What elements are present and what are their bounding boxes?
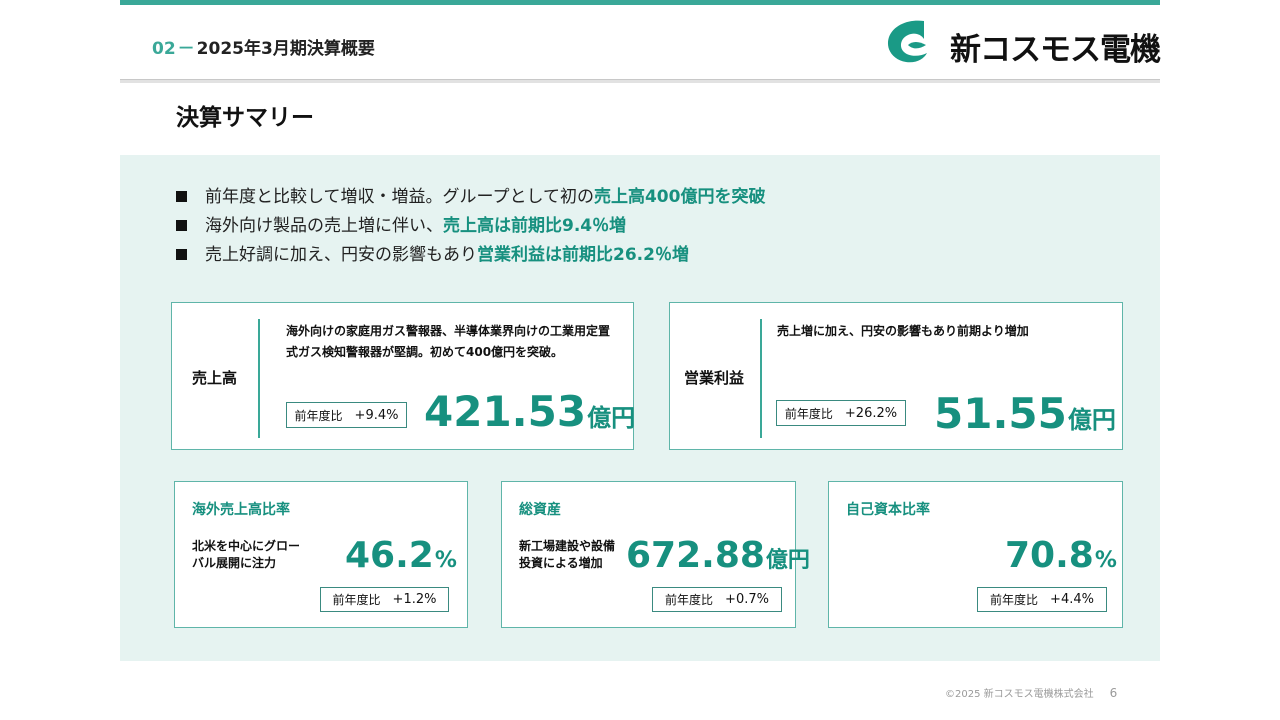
operating-profit-divider (760, 319, 762, 438)
total-assets-yoy-badge: 前年度比 +0.7% (652, 587, 782, 612)
bullet-square-icon (176, 249, 187, 260)
logo-text: 新コスモス電機 (950, 32, 1161, 68)
bullet-highlight: 売上高は前期比9.4％増 (443, 216, 627, 236)
summary-bullets: 前年度と比較して増収・増益。グループとして初の売上高400億円を突破 海外向け製… (176, 183, 765, 270)
total-assets-title: 総資産 (519, 502, 561, 518)
section-dash: － (177, 39, 195, 59)
bullet-item: 海外向け製品の売上増に伴い、売上高は前期比9.4％増 (176, 212, 765, 241)
bullet-highlight: 売上高400億円を突破 (593, 187, 766, 207)
operating-profit-yoy-badge: 前年度比 +26.2% (776, 400, 906, 426)
operating-profit-yoy-value: +26.2% (844, 405, 898, 421)
bullet-item: 前年度と比較して増収・増益。グループとして初の売上高400億円を突破 (176, 183, 765, 212)
equity-ratio-yoy-badge: 前年度比 +4.4% (977, 587, 1107, 612)
section-title: 2025年3月期決算概要 (196, 39, 375, 59)
sales-divider (258, 319, 260, 438)
bullet-square-icon (176, 220, 187, 231)
sales-yoy-badge: 前年度比 +9.4% (286, 402, 407, 428)
overseas-ratio-value: 46.2% (345, 535, 457, 576)
total-assets-card: 総資産 新工場建設や設備投資による増加 672.88億円 前年度比 +0.7% (501, 481, 810, 628)
company-logo: 新コスモス電機 (884, 18, 1161, 68)
footer: ©2025 新コスモス電機株式会社 6 (945, 685, 1117, 700)
sales-description: 海外向けの家庭用ガス警報器、半導体業界向けの工業用定置式ガス検知警報器が堅調。初… (286, 324, 611, 359)
logo-mark-icon (887, 20, 927, 63)
operating-profit-label: 営業利益 (684, 369, 745, 387)
sales-value: 421.53億円 (424, 387, 636, 436)
overseas-ratio-title: 海外売上高比率 (192, 502, 290, 518)
copyright-text: ©2025 新コスモス電機株式会社 (945, 689, 1094, 700)
total-assets-description: 新工場建設や設備投資による増加 (519, 539, 616, 570)
total-assets-value: 672.88億円 (626, 535, 810, 576)
operating-profit-description: 売上増に加え、円安の影響もあり前期より増加 (777, 324, 1029, 338)
top-accent-bar (120, 0, 1160, 5)
total-assets-yoy-value: +0.7% (725, 592, 769, 607)
sales-label: 売上高 (192, 369, 238, 387)
overseas-ratio-yoy-badge: 前年度比 +1.2% (320, 587, 449, 612)
overseas-ratio-yoy-value: +1.2% (392, 592, 437, 607)
equity-ratio-title: 自己資本比率 (846, 502, 930, 518)
section-number: 02 (152, 39, 176, 59)
sales-card: 売上高 海外向けの家庭用ガス警報器、半導体業界向けの工業用定置式ガス検知警報器が… (171, 302, 636, 450)
operating-profit-card: 営業利益 売上増に加え、円安の影響もあり前期より増加 前年度比 +26.2% 51… (669, 302, 1123, 450)
operating-profit-value: 51.55億円 (934, 389, 1116, 438)
section-header: 02 － 2025年3月期決算概要 (152, 34, 375, 59)
header-divider (120, 79, 1160, 83)
bullet-square-icon (176, 191, 187, 202)
page-title: 決算サマリー (176, 105, 314, 131)
equity-ratio-value: 70.8% (1005, 535, 1117, 576)
bullet-item: 売上好調に加え、円安の影響もあり営業利益は前期比26.2％増 (176, 241, 765, 270)
page-number: 6 (1109, 686, 1118, 700)
overseas-ratio-description: 北米を中心にグローバル展開に注力 (192, 539, 301, 570)
bullet-highlight: 営業利益は前期比26.2％増 (477, 245, 689, 265)
sales-yoy-value: +9.4% (354, 407, 399, 423)
equity-ratio-yoy-value: +4.4% (1050, 592, 1094, 607)
overseas-ratio-card: 海外売上高比率 北米を中心にグローバル展開に注力 46.2% 前年度比 +1.2% (174, 481, 468, 628)
equity-ratio-card: 自己資本比率 70.8% 前年度比 +4.4% (828, 481, 1123, 628)
